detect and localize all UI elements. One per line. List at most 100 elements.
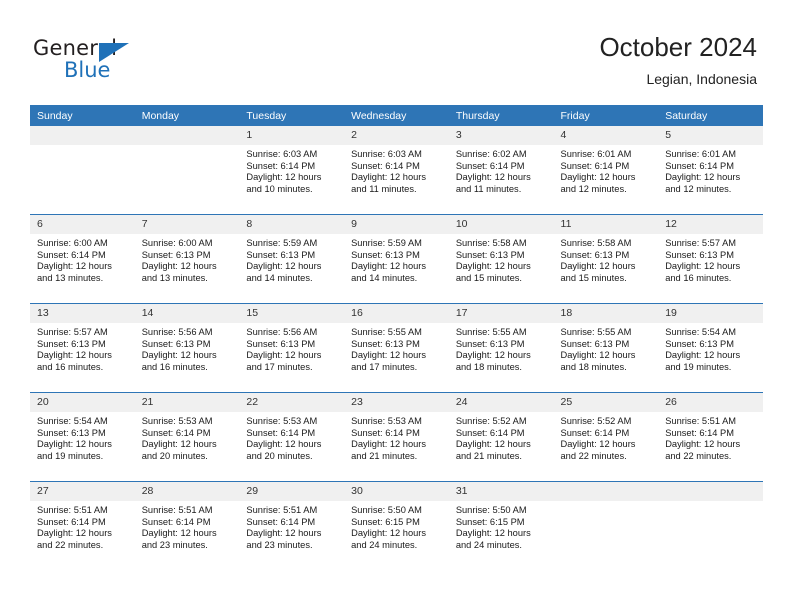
calendar-day-cell[interactable]: 15 Sunrise: 5:56 AM Sunset: 6:13 PM Dayligh… [239,303,345,393]
weekday-header-sunday: Sunday [30,105,135,126]
daylight-text-line2: and 14 minutes. [351,272,418,283]
calendar-day-cell[interactable]: 8 Sunrise: 5:59 AM Sunset: 6:13 PM Daylight… [239,214,345,304]
day-number: 25 [553,393,659,412]
day-details: Sunrise: 5:50 AM Sunset: 6:15 PM Daylight:… [449,501,554,551]
sunrise-text: Sunrise: 5:53 AM [351,416,422,426]
calendar-day-cell[interactable]: 27 Sunrise: 5:51 AM Sunset: 6:14 PM Dayligh… [30,481,135,570]
day-number: 15 [239,304,345,323]
page-subtitle-location: Legian, Indonesia [646,71,757,87]
page-title: October 2024 [599,32,757,62]
weekday-header-friday: Friday [553,105,659,126]
day-number [30,126,135,145]
calendar-day-cell[interactable]: 4 Sunrise: 6:01 AM Sunset: 6:14 PM Daylight… [553,126,659,215]
calendar-day-cell[interactable]: 26 Sunrise: 5:51 AM Sunset: 6:14 PM Dayligh… [658,392,763,482]
sunrise-text: Sunrise: 5:52 AM [560,416,632,426]
sunrise-text: Sunrise: 5:50 AM [351,505,422,515]
day-number: 27 [30,482,135,501]
sunrise-text: Sunrise: 6:03 AM [351,149,422,159]
day-number: 30 [344,482,449,501]
sunrise-text: Sunrise: 5:51 AM [665,416,737,426]
calendar-day-cell[interactable]: 13 Sunrise: 5:57 AM Sunset: 6:13 PM Dayligh… [30,303,135,393]
calendar-day-cell[interactable]: 28 Sunrise: 5:51 AM Sunset: 6:14 PM Dayligh… [134,481,240,570]
day-number: 14 [134,304,240,323]
daylight-text-line2: and 19 minutes. [37,450,104,461]
calendar-day-cell[interactable]: 6 Sunrise: 6:00 AM Sunset: 6:14 PM Daylight… [30,214,135,304]
sunrise-text: Sunrise: 5:51 AM [141,505,213,515]
calendar-grid: Sunday Monday Tuesday Wednesday Thursday… [30,105,763,570]
daylight-text-line2: and 13 minutes. [141,272,208,283]
calendar-day-cell[interactable]: 18 Sunrise: 5:55 AM Sunset: 6:13 PM Dayligh… [553,303,659,393]
day-details: Sunrise: 6:03 AM Sunset: 6:14 PM Daylight:… [239,145,344,195]
day-details: Sunrise: 5:51 AM Sunset: 6:14 PM Daylight:… [135,501,240,551]
calendar-day-cell[interactable]: 17 Sunrise: 5:55 AM Sunset: 6:13 PM Dayligh… [448,303,554,393]
day-number: 1 [239,126,345,145]
calendar-day-cell[interactable]: 5 Sunrise: 6:01 AM Sunset: 6:14 PM Daylight… [658,126,763,215]
sunrise-text: Sunrise: 6:03 AM [246,149,318,159]
calendar-day-cell[interactable]: 23 Sunrise: 5:53 AM Sunset: 6:14 PM Dayligh… [344,392,449,482]
sunset-text: Sunset: 6:14 PM [560,160,630,171]
day-number: 4 [553,126,659,145]
daylight-text-line1: Daylight: 12 hours [141,350,217,361]
daylight-text-line1: Daylight: 12 hours [246,261,322,272]
daylight-text-line1: Daylight: 12 hours [665,261,741,272]
calendar-day-cell[interactable]: 29 Sunrise: 5:51 AM Sunset: 6:14 PM Dayligh… [239,481,345,570]
daylight-text-line1: Daylight: 12 hours [37,350,112,361]
calendar-day-cell[interactable]: 30 Sunrise: 5:50 AM Sunset: 6:15 PM Dayligh… [344,481,449,570]
day-details: Sunrise: 5:52 AM Sunset: 6:14 PM Daylight:… [554,412,659,462]
sunset-text: Sunset: 6:15 PM [351,516,420,527]
day-details: Sunrise: 5:54 AM Sunset: 6:13 PM Daylight:… [30,412,135,462]
calendar-page: General Blue October 2024 Legian, Indone… [0,0,792,612]
calendar-day-cell[interactable]: 19 Sunrise: 5:54 AM Sunset: 6:13 PM Dayligh… [658,303,763,393]
calendar-week-row: 6 Sunrise: 6:00 AM Sunset: 6:14 PM Daylight… [30,214,763,304]
day-number [134,126,240,145]
sunset-text: Sunset: 6:14 PM [665,427,734,438]
calendar-day-cell[interactable]: 21 Sunrise: 5:53 AM Sunset: 6:14 PM Dayligh… [134,392,240,482]
calendar-day-cell[interactable]: 9 Sunrise: 5:59 AM Sunset: 6:13 PM Daylight… [344,214,449,304]
daylight-text-line2: and 10 minutes. [246,183,313,194]
sunrise-text: Sunrise: 5:53 AM [141,416,213,426]
calendar-day-cell[interactable]: 14 Sunrise: 5:56 AM Sunset: 6:13 PM Dayligh… [134,303,240,393]
calendar-day-cell[interactable]: 16 Sunrise: 5:55 AM Sunset: 6:13 PM Dayligh… [344,303,449,393]
calendar-day-cell-empty [553,481,659,570]
sunset-text: Sunset: 6:14 PM [37,516,106,527]
daylight-text-line1: Daylight: 12 hours [560,350,636,361]
sunrise-text: Sunrise: 5:57 AM [37,327,108,337]
sunrise-text: Sunrise: 5:55 AM [560,327,632,337]
calendar-day-cell[interactable]: 3 Sunrise: 6:02 AM Sunset: 6:14 PM Daylight… [448,126,554,215]
sunrise-text: Sunrise: 5:55 AM [455,327,527,337]
daylight-text-line2: and 22 minutes. [665,450,732,461]
calendar-day-cell[interactable]: 24 Sunrise: 5:52 AM Sunset: 6:14 PM Dayligh… [448,392,554,482]
day-number: 5 [658,126,763,145]
daylight-text-line1: Daylight: 12 hours [246,350,322,361]
sunset-text: Sunset: 6:13 PM [455,249,525,260]
calendar-day-cell[interactable]: 31 Sunrise: 5:50 AM Sunset: 6:15 PM Dayligh… [448,481,554,570]
daylight-text-line1: Daylight: 12 hours [455,439,531,450]
day-details: Sunrise: 6:01 AM Sunset: 6:14 PM Daylight:… [658,145,763,195]
daylight-text-line2: and 22 minutes. [37,539,104,550]
calendar-day-cell[interactable]: 11 Sunrise: 5:58 AM Sunset: 6:13 PM Dayligh… [553,214,659,304]
daylight-text-line2: and 12 minutes. [560,183,627,194]
sunrise-text: Sunrise: 6:01 AM [560,149,632,159]
sunset-text: Sunset: 6:14 PM [351,160,420,171]
calendar-day-cell[interactable]: 2 Sunrise: 6:03 AM Sunset: 6:14 PM Daylight… [344,126,449,215]
day-number: 24 [448,393,554,412]
calendar-day-cell[interactable]: 12 Sunrise: 5:57 AM Sunset: 6:13 PM Dayligh… [658,214,763,304]
sunrise-text: Sunrise: 5:54 AM [665,327,737,337]
daylight-text-line2: and 13 minutes. [37,272,104,283]
weekday-header-thursday: Thursday [448,105,554,126]
calendar-day-cell[interactable]: 22 Sunrise: 5:53 AM Sunset: 6:14 PM Dayligh… [239,392,345,482]
day-details: Sunrise: 6:00 AM Sunset: 6:13 PM Daylight:… [135,234,240,284]
day-number [658,482,763,501]
calendar-day-cell[interactable]: 10 Sunrise: 5:58 AM Sunset: 6:13 PM Dayligh… [448,214,554,304]
daylight-text-line1: Daylight: 12 hours [351,528,427,539]
sunset-text: Sunset: 6:15 PM [455,516,525,527]
calendar-day-cell[interactable]: 1 Sunrise: 6:03 AM Sunset: 6:14 PM Daylight… [239,126,345,215]
sunset-text: Sunset: 6:13 PM [141,338,211,349]
sunset-text: Sunset: 6:14 PM [246,427,316,438]
daylight-text-line1: Daylight: 12 hours [455,261,531,272]
day-number: 3 [448,126,554,145]
weekday-header-tuesday: Tuesday [239,105,345,126]
calendar-day-cell[interactable]: 7 Sunrise: 6:00 AM Sunset: 6:13 PM Daylight… [134,214,240,304]
calendar-day-cell[interactable]: 25 Sunrise: 5:52 AM Sunset: 6:14 PM Dayligh… [553,392,659,482]
calendar-day-cell[interactable]: 20 Sunrise: 5:54 AM Sunset: 6:13 PM Dayligh… [30,392,135,482]
